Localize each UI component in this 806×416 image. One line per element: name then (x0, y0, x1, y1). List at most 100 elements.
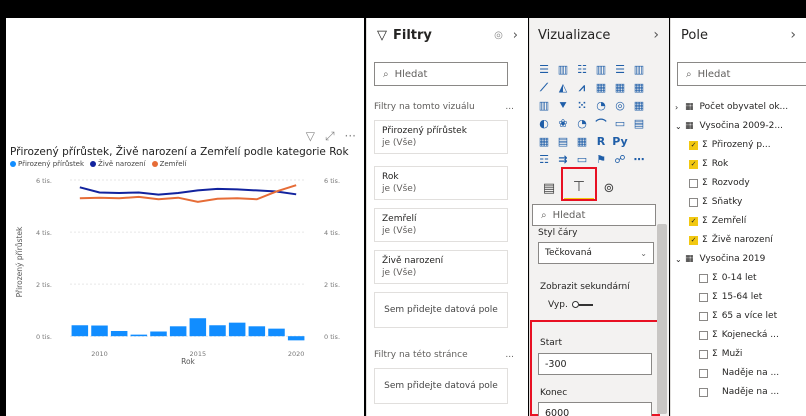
field-checkbox[interactable] (699, 330, 708, 340)
r-visual-icon[interactable]: R (593, 134, 609, 149)
collapse-fields-chevron-icon[interactable]: › (790, 27, 796, 43)
fields-tab-icon[interactable]: ▤ (534, 176, 564, 200)
field-item[interactable]: ✓ Σ Přirozený p... (671, 136, 771, 154)
format-paint-roller-icon[interactable]: ⊤ (561, 167, 597, 201)
100-column-icon[interactable]: ▥ (631, 62, 647, 77)
field-item[interactable]: Σ Muži (671, 345, 742, 363)
field-item[interactable]: Σ Sňatky (671, 193, 742, 211)
qa-icon[interactable]: ▭ (574, 152, 590, 167)
field-item[interactable]: ✓ Σ Rok (671, 155, 728, 173)
paginated-icon[interactable]: ☍ (612, 152, 628, 167)
chevron-right-icon[interactable]: › (671, 103, 685, 112)
filter-card[interactable]: Přirozený přírůstek je (Vše) (374, 120, 508, 154)
secondary-axis-toggle[interactable]: Vyp. (548, 300, 594, 310)
fields-search-input[interactable]: ⌕ Hledat (677, 62, 806, 86)
field-checkbox[interactable] (699, 311, 708, 321)
donut-icon[interactable]: ◎ (612, 98, 628, 113)
focus-mode-icon[interactable]: ⤢ (325, 129, 335, 144)
axis-end-input[interactable]: 6000 (538, 402, 652, 416)
add-fields-dropzone-visual[interactable]: Sem přidejte datová pole (374, 292, 508, 328)
field-checkbox[interactable] (689, 178, 698, 188)
legend-item[interactable]: Zemřelí (151, 160, 186, 168)
legend-item[interactable]: Přirozený přírůstek (10, 160, 84, 168)
field-table[interactable]: › ▦ Počet obyvatel ok... (671, 98, 788, 116)
field-table[interactable]: ⌄ ▦ Vysočina 2019 (671, 250, 765, 268)
field-item[interactable]: Σ 15-64 let (671, 288, 762, 306)
field-item[interactable]: Naděje na ... (671, 383, 779, 401)
line-and-column-chart[interactable]: 6 tis. 6 tis. 4 tis. 4 tis. 2 tis. 2 tis. 0 ti… (6, 168, 364, 368)
smart-narrative-icon[interactable]: ⚑ (593, 152, 609, 167)
line-column-icon[interactable]: ▦ (593, 80, 609, 95)
gauge-icon[interactable]: ⌒ (593, 116, 609, 131)
filter-icon[interactable]: ▽ (306, 129, 315, 144)
format-scrollbar[interactable] (657, 224, 667, 414)
scatter-icon[interactable]: ⁙ (574, 98, 590, 113)
field-checkbox[interactable] (699, 292, 708, 302)
card-icon[interactable]: ▭ (612, 116, 628, 131)
kpi-icon[interactable]: ▦ (536, 134, 552, 149)
stacked-area-icon[interactable]: ⩘ (574, 80, 590, 95)
field-checkbox[interactable]: ✓ (689, 216, 698, 226)
filled-map-icon[interactable]: ❀ (555, 116, 571, 131)
field-checkbox[interactable]: ✓ (689, 159, 698, 169)
more-options-icon[interactable]: ··· (345, 129, 356, 144)
field-checkbox[interactable] (699, 368, 708, 378)
stacked-bar-icon[interactable]: ☰ (536, 62, 552, 77)
key-influencers-icon[interactable]: ⇉ (555, 152, 571, 167)
collapse-filters-chevron-icon[interactable]: › (513, 28, 518, 43)
filter-card[interactable]: Rok je (Vše) (374, 166, 508, 200)
field-checkbox[interactable]: ✓ (689, 235, 698, 245)
field-checkbox[interactable] (699, 349, 708, 359)
map-icon[interactable]: ◐ (536, 116, 552, 131)
field-checkbox[interactable]: ✓ (689, 140, 698, 150)
field-item[interactable]: Σ Rozvody (671, 174, 750, 192)
python-visual-icon[interactable]: Py (612, 134, 628, 149)
area-chart-icon[interactable]: ◭ (555, 80, 571, 95)
y-tick-left: 6 tis. (36, 177, 52, 185)
field-checkbox[interactable] (689, 197, 698, 207)
add-fields-dropzone-page[interactable]: Sem přidejte datová pole (374, 368, 508, 404)
field-table[interactable]: ⌄ ▦ Vysočina 2009-2... (671, 117, 783, 135)
line-chart-icon[interactable]: ⟋ (536, 80, 552, 95)
ribbon-icon[interactable]: ▦ (631, 80, 647, 95)
slicer-icon[interactable]: ▤ (555, 134, 571, 149)
analytics-magnifier-icon[interactable]: ⊚ (594, 176, 624, 200)
more-visuals-icon[interactable]: ⋯ (631, 152, 647, 167)
field-item[interactable]: Σ Kojenecká ... (671, 326, 779, 344)
axis-start-input[interactable]: -300 (538, 353, 652, 375)
pie-icon[interactable]: ◔ (593, 98, 609, 113)
clustered-bar-icon[interactable]: ☷ (574, 62, 590, 77)
field-item[interactable]: ✓ Σ Zemřelí (671, 212, 746, 230)
filters-search-input[interactable]: ⌕ Hledat (374, 62, 508, 86)
field-checkbox[interactable] (699, 387, 708, 397)
line-style-dropdown[interactable]: Tečkovaná ⌄ (538, 242, 654, 264)
field-item[interactable]: Σ 0-14 let (671, 269, 757, 287)
field-item[interactable]: Naděje na ... (671, 364, 779, 382)
100-bar-icon[interactable]: ☰ (612, 62, 628, 77)
clustered-column-icon[interactable]: ▥ (593, 62, 609, 77)
table-icon[interactable]: ▦ (574, 134, 590, 149)
section-more-icon[interactable]: ... (505, 102, 514, 112)
legend-item[interactable]: Živě narození (90, 160, 146, 168)
line-stacked-icon[interactable]: ▦ (612, 80, 628, 95)
collapse-viz-chevron-icon[interactable]: › (653, 27, 659, 43)
filter-card[interactable]: Zemřelí je (Vše) (374, 208, 508, 242)
blank-icon[interactable] (631, 134, 647, 149)
field-checkbox[interactable] (699, 273, 708, 283)
format-properties: Styl čáry Tečkovaná ⌄ Zobrazit sekundárn… (530, 224, 669, 416)
decomposition-icon[interactable]: ☶ (536, 152, 552, 167)
treemap-icon[interactable]: ▦ (631, 98, 647, 113)
chevron-down-icon[interactable]: ⌄ (671, 255, 685, 264)
multirow-card-icon[interactable]: ▤ (631, 116, 647, 131)
waterfall-icon[interactable]: ▥ (536, 98, 552, 113)
visibility-eye-icon[interactable]: ◎ (494, 30, 503, 41)
section-more-icon[interactable]: ... (505, 350, 514, 360)
field-item[interactable]: Σ 65 a více let (671, 307, 777, 325)
funnel-icon[interactable]: ⯆ (555, 98, 571, 113)
stacked-column-icon[interactable]: ▥ (555, 62, 571, 77)
field-item[interactable]: ✓ Σ Živě narození (671, 231, 773, 249)
chevron-down-icon[interactable]: ⌄ (671, 122, 685, 131)
shape-map-icon[interactable]: ◔ (574, 116, 590, 131)
filter-card[interactable]: Živě narození je (Vše) (374, 250, 508, 284)
format-search-input[interactable]: ⌕ Hledat (532, 204, 656, 226)
